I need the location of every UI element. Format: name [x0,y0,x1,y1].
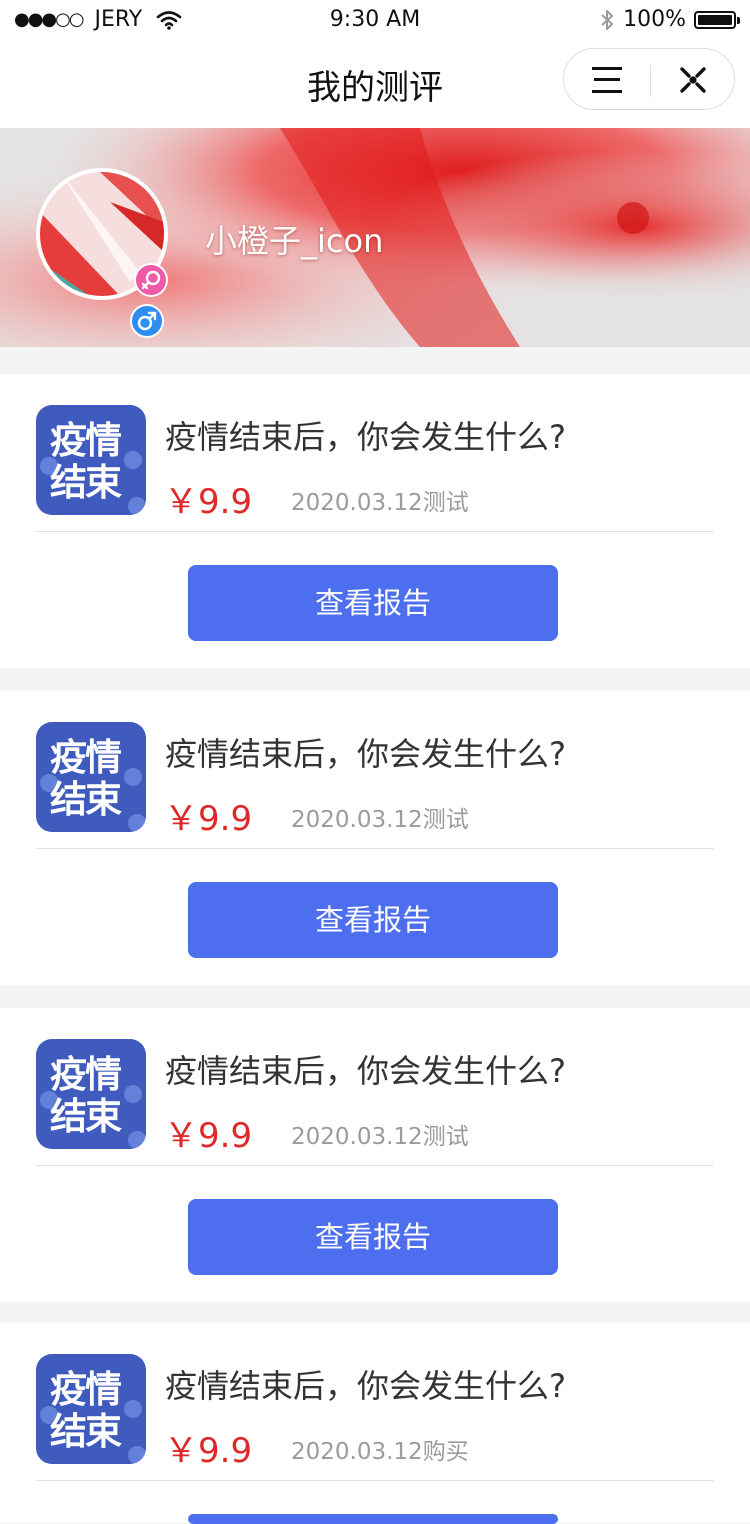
card-divider [36,1480,714,1481]
evaluation-date: 2020.03.12测试 [291,807,469,833]
evaluation-date: 2020.03.12测试 [291,490,469,516]
evaluation-price: ￥9.9 [164,1116,253,1156]
thumbnail-text-line2: 结束 [50,778,122,821]
view-report-button[interactable]: 查看报告 [188,565,558,641]
bluetooth-icon [601,9,614,30]
status-bar: ●●●○○ JERY 9:30 AM 100% [0,0,750,40]
menu-icon[interactable] [586,63,628,97]
thumbnail-text-line1: 疫情 [50,1368,122,1411]
battery-icon [694,10,740,29]
thumbnail-text-line2: 结束 [50,461,122,504]
nav-bar: 我的测评 [0,40,750,129]
card-divider [36,1165,714,1166]
evaluation-thumbnail[interactable]: 疫情 结束 [36,722,146,832]
evaluation-title[interactable]: 疫情结束后，你会发生什么? [165,1361,566,1407]
evaluation-price: ￥9.9 [164,482,253,522]
username: 小橙子_icon [205,222,384,260]
close-icon[interactable] [672,61,714,99]
evaluation-thumbnail[interactable]: 疫情 结束 [36,405,146,515]
evaluation-price: ￥9.9 [164,799,253,839]
view-report-button[interactable]: 查看报告 [188,1199,558,1275]
evaluation-title[interactable]: 疫情结束后，你会发生什么? [165,1046,566,1092]
evaluation-price: ￥9.9 [164,1431,253,1471]
view-report-button[interactable]: 查看报告 [188,882,558,958]
female-icon [134,263,168,297]
mini-program-capsule [563,48,735,110]
card-divider [36,531,714,532]
profile-banner: 小橙子_icon [0,128,750,347]
battery-percent: 100% [623,7,686,32]
evaluation-card: 疫情 结束 疫情结束后，你会发生什么? ￥9.9 2020.03.12测试 查看… [0,374,750,668]
status-right: 100% [599,7,740,32]
male-icon [130,304,164,338]
evaluation-card: 疫情 结束 疫情结束后，你会发生什么? ￥9.9 2020.03.12购买 [0,1323,750,1524]
evaluation-card: 疫情 结束 疫情结束后，你会发生什么? ￥9.9 2020.03.12测试 查看… [0,691,750,985]
capsule-divider [650,65,651,97]
thumbnail-text-line1: 疫情 [50,419,122,462]
evaluation-date: 2020.03.12购买 [291,1439,469,1465]
evaluation-title[interactable]: 疫情结束后，你会发生什么? [165,412,566,458]
evaluation-thumbnail[interactable]: 疫情 结束 [36,1354,146,1464]
evaluation-date: 2020.03.12测试 [291,1124,469,1150]
thumbnail-text-line2: 结束 [50,1095,122,1138]
thumbnail-text-line2: 结束 [50,1410,122,1453]
card-divider [36,848,714,849]
evaluation-card: 疫情 结束 疫情结束后，你会发生什么? ￥9.9 2020.03.12测试 查看… [0,1008,750,1302]
evaluation-thumbnail[interactable]: 疫情 结束 [36,1039,146,1149]
thumbnail-text-line1: 疫情 [50,736,122,779]
thumbnail-text-line1: 疫情 [50,1053,122,1096]
evaluation-title[interactable]: 疫情结束后，你会发生什么? [165,729,566,775]
